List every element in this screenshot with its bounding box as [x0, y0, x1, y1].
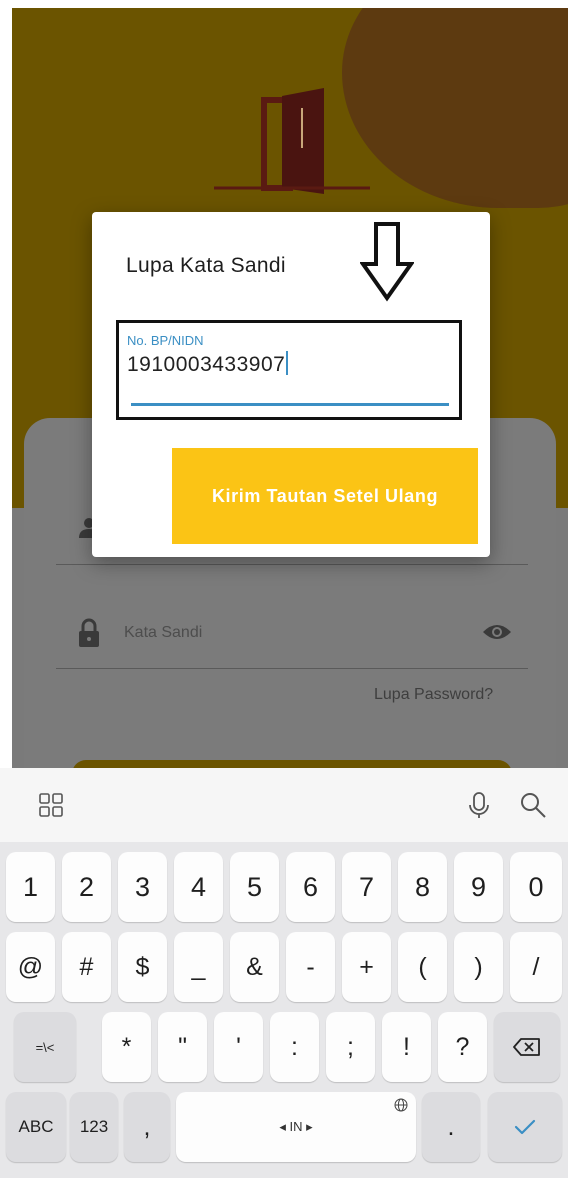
key-asterisk[interactable]: *	[102, 1012, 151, 1082]
symbols-page-switch-key[interactable]: =\<	[14, 1012, 76, 1082]
numbers-key[interactable]: 123	[70, 1092, 118, 1162]
key-underscore[interactable]: _	[174, 932, 223, 1002]
backspace-key[interactable]	[494, 1012, 560, 1082]
send-reset-link-button[interactable]: Kirim Tautan Setel Ulang	[172, 448, 478, 544]
eye-icon[interactable]	[482, 622, 512, 642]
id-number-field[interactable]: No. BP/NIDN 1910003433907	[116, 320, 462, 420]
keyboard-toolbar	[0, 768, 568, 842]
key-1[interactable]: 1	[6, 852, 55, 922]
key-slash[interactable]: /	[510, 932, 562, 1002]
language-indicator: ◂ IN ▸	[279, 1119, 313, 1134]
key-dollar[interactable]: $	[118, 932, 167, 1002]
id-number-label: No. BP/NIDN	[127, 333, 204, 348]
id-number-underline	[131, 403, 449, 406]
key-single-quote[interactable]: '	[214, 1012, 263, 1082]
key-9[interactable]: 9	[454, 852, 503, 922]
key-0[interactable]: 0	[510, 852, 562, 922]
checkmark-icon	[514, 1119, 536, 1135]
key-at[interactable]: @	[6, 932, 55, 1002]
key-plus[interactable]: +	[342, 932, 391, 1002]
id-number-input[interactable]: 1910003433907	[127, 351, 289, 377]
key-2[interactable]: 2	[62, 852, 111, 922]
forgot-password-link[interactable]: Lupa Password?	[374, 686, 493, 704]
period-key[interactable]: .	[422, 1092, 480, 1162]
key-3[interactable]: 3	[118, 852, 167, 922]
search-icon[interactable]	[518, 790, 548, 820]
key-8[interactable]: 8	[398, 852, 447, 922]
key-minus[interactable]: -	[286, 932, 335, 1002]
down-arrow-icon	[360, 222, 414, 302]
lock-icon	[79, 618, 99, 647]
abc-key[interactable]: ABC	[6, 1092, 66, 1162]
space-key[interactable]: ◂ IN ▸	[176, 1092, 416, 1162]
microphone-icon[interactable]	[464, 790, 494, 820]
door-logo-icon	[214, 88, 370, 194]
done-key[interactable]	[488, 1092, 562, 1162]
dialog-title: Lupa Kata Sandi	[126, 254, 286, 277]
id-number-value: 1910003433907	[127, 353, 286, 376]
password-underline	[56, 668, 528, 669]
keyboard: 1 2 3 4 5 6 7 8 9 0 @ # $ _ & - + ( ) / …	[0, 842, 568, 1178]
key-6[interactable]: 6	[286, 852, 335, 922]
key-close-paren[interactable]: )	[454, 932, 503, 1002]
username-underline	[56, 564, 528, 565]
comma-key[interactable]: ,	[124, 1092, 170, 1162]
key-hash[interactable]: #	[62, 932, 111, 1002]
key-5[interactable]: 5	[230, 852, 279, 922]
key-semicolon[interactable]: ;	[326, 1012, 375, 1082]
key-ampersand[interactable]: &	[230, 932, 279, 1002]
backspace-icon	[513, 1038, 540, 1056]
password-input[interactable]: Kata Sandi	[124, 624, 202, 642]
key-7[interactable]: 7	[342, 852, 391, 922]
login-button[interactable]	[72, 760, 512, 768]
text-caret	[286, 351, 289, 375]
apps-grid-icon[interactable]	[36, 790, 66, 820]
key-question[interactable]: ?	[438, 1012, 487, 1082]
globe-icon	[394, 1098, 408, 1112]
key-open-paren[interactable]: (	[398, 932, 447, 1002]
key-colon[interactable]: :	[270, 1012, 319, 1082]
key-exclamation[interactable]: !	[382, 1012, 431, 1082]
forgot-password-dialog: Lupa Kata Sandi No. BP/NIDN 191000343390…	[92, 212, 490, 557]
key-4[interactable]: 4	[174, 852, 223, 922]
key-double-quote[interactable]: "	[158, 1012, 207, 1082]
